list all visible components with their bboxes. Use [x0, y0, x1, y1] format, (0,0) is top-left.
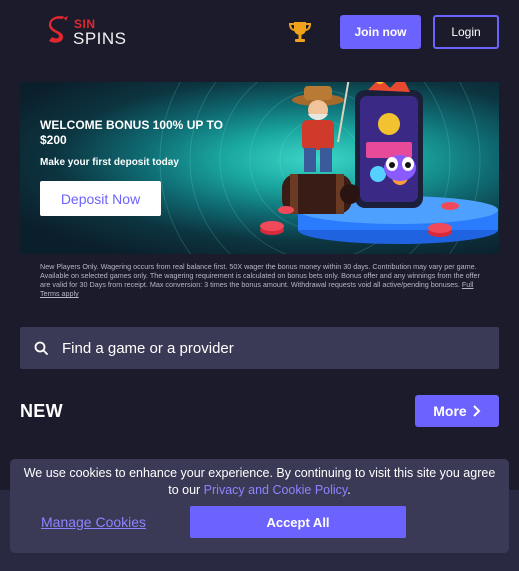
logo[interactable]: SIN SPINS — [44, 15, 127, 49]
header: SIN SPINS Join now Login — [0, 0, 519, 66]
terms-text: New Players Only. Wagering occurs from r… — [40, 262, 480, 289]
section-title-new: NEW — [20, 401, 63, 421]
logo-mark-icon — [48, 16, 68, 43]
welcome-bonus-banner[interactable]: WELCOME BONUS 100% UP TO $200 Make your … — [20, 82, 499, 254]
search-bar[interactable] — [20, 327, 499, 369]
bonus-terms: New Players Only. Wagering occurs from r… — [40, 262, 480, 298]
chevron-right-icon — [473, 405, 481, 417]
privacy-policy-link[interactable]: Privacy and Cookie Policy — [204, 483, 348, 497]
page: SIN SPINS Join now Login WELCOME BONUS 1… — [0, 0, 519, 571]
more-button-label: More — [433, 403, 467, 419]
cookie-banner: We use cookies to enhance your experienc… — [10, 459, 509, 553]
more-button[interactable]: More — [415, 395, 499, 427]
banner-title: WELCOME BONUS 100% UP TO $200 — [40, 118, 223, 147]
cookie-text-after: . — [347, 483, 351, 497]
banner-subtitle: Make your first deposit today — [40, 157, 179, 168]
cookie-message: We use cookies to enhance your experienc… — [20, 465, 499, 499]
accept-all-button[interactable]: Accept All — [190, 506, 406, 538]
login-button[interactable]: Login — [433, 15, 499, 49]
join-now-button[interactable]: Join now — [340, 15, 421, 49]
logo-text-spins: SPINS — [73, 29, 127, 48]
search-icon — [34, 341, 48, 355]
casino-promo-illustration — [260, 82, 498, 244]
search-input[interactable] — [62, 327, 482, 369]
trophy-icon[interactable] — [289, 20, 311, 44]
deposit-now-button[interactable]: Deposit Now — [40, 181, 161, 216]
manage-cookies-link[interactable]: Manage Cookies — [41, 514, 146, 530]
